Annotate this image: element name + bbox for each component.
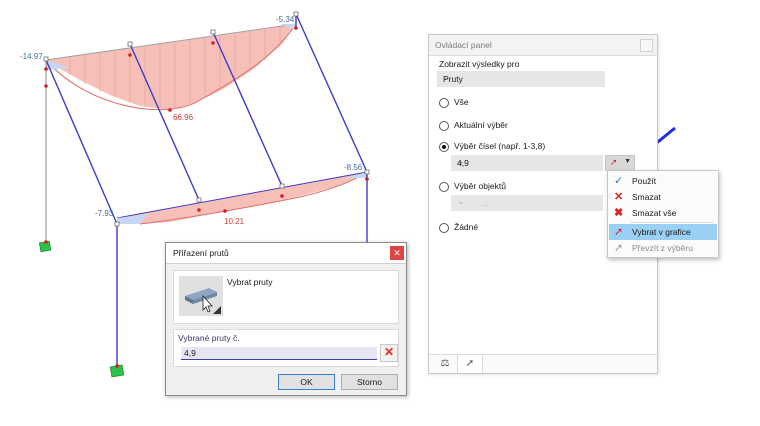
chevron-down-icon: ⌄ xyxy=(457,196,465,206)
radio-all-label: Vše xyxy=(454,97,469,107)
menu-item-apply-label: Použít xyxy=(632,176,657,186)
selected-members-input[interactable]: 4,9 xyxy=(181,347,377,360)
menu-item-apply[interactable]: ✓ Použít xyxy=(609,173,717,189)
menu-item-take-from-selection[interactable]: ➚ Převzít z výběru xyxy=(609,240,717,256)
dialog-close-button[interactable]: ✕ xyxy=(390,246,404,260)
cursor-pick-icon: ➚ xyxy=(614,226,624,238)
radio-number-selection[interactable] xyxy=(439,142,449,152)
panel-titlebar: Ovládací panel xyxy=(429,35,657,56)
menu-item-take-from-selection-label: Převzít z výběru xyxy=(632,243,693,253)
selected-members-value: 4,9 xyxy=(184,348,196,358)
diagram-upper xyxy=(45,23,297,111)
menu-item-delete[interactable]: ✕ Smazat xyxy=(609,189,717,205)
menu-separator xyxy=(630,222,714,223)
panel-close-button[interactable] xyxy=(640,39,653,52)
selection-menu: ✓ Použít ✕ Smazat ✖ Smazat vše ➚ Vybrat … xyxy=(607,170,719,258)
selected-members-label: Vybrané pruty č. xyxy=(178,333,240,343)
value-label-6: 10.21 xyxy=(224,217,245,226)
balance-scale-icon[interactable]: ⚖ xyxy=(433,355,458,373)
menu-item-delete-label: Smazat xyxy=(632,192,661,202)
radio-current-selection-label: Aktuální výběr xyxy=(454,120,508,130)
pick-members-box: Vybrat pruty xyxy=(173,270,399,324)
member-assignment-dialog: Přiřazení prutů ✕ Vybrat pruty Vybrané p… xyxy=(165,242,407,396)
cross-icon: ✕ xyxy=(614,191,624,203)
menu-item-select-in-graphics[interactable]: ➚ Vybrat v grafice xyxy=(609,224,717,240)
dialog-title: Přiřazení prutů xyxy=(173,248,229,258)
menu-item-delete-all[interactable]: ✖ Smazat vše xyxy=(609,205,717,221)
objects-select[interactable]: ... ⌄ xyxy=(451,195,603,211)
chevron-down-icon: ⌄ xyxy=(457,156,465,166)
clear-selection-button[interactable]: ✕ xyxy=(380,344,398,362)
chevron-down-icon: ⌄ xyxy=(443,72,451,82)
value-label-5: -7.93 xyxy=(95,209,114,218)
menu-item-delete-all-label: Smazat vše xyxy=(632,208,677,218)
pick-members-label: Vybrat pruty xyxy=(227,277,273,287)
check-icon: ✓ xyxy=(614,175,624,187)
show-results-label: Zobrazit výsledky pro xyxy=(439,59,520,69)
radio-object-selection[interactable] xyxy=(439,182,449,192)
ok-button[interactable]: OK xyxy=(278,374,335,390)
cancel-button[interactable]: Storno xyxy=(341,374,398,390)
cross-all-icon: ✖ xyxy=(614,207,624,219)
radio-current-selection[interactable] xyxy=(439,121,449,131)
value-label-2: 66.96 xyxy=(173,113,194,122)
cursor-pick-icon: ➚ xyxy=(610,157,618,167)
panel-bottom-tabs: ⚖ ➚ xyxy=(429,354,657,373)
value-label-3: -5.34 xyxy=(276,15,295,24)
beam-select-icon[interactable] xyxy=(179,276,223,316)
radio-object-selection-label: Výběr objektů xyxy=(454,181,506,191)
value-label-1: -14.97 xyxy=(20,52,43,61)
radio-none[interactable] xyxy=(439,223,449,233)
dropdown-arrow-icon: ▼ xyxy=(624,158,631,165)
dialog-titlebar: Přiřazení prutů ✕ xyxy=(166,243,406,264)
cursor-take-icon: ➚ xyxy=(614,242,624,254)
show-results-select[interactable]: Pruty ⌄ xyxy=(437,71,605,87)
menu-item-select-in-graphics-label: Vybrat v grafice xyxy=(632,227,691,237)
panel-title: Ovládací panel xyxy=(435,40,492,50)
radio-number-selection-label: Výběr čísel (např. 1-3,8) xyxy=(454,141,546,151)
numbers-select[interactable]: 4,9 ⌄ xyxy=(451,155,603,171)
selected-members-box: Vybrané pruty č. 4,9 ✕ xyxy=(173,329,399,367)
value-label-4: -8.56 xyxy=(344,163,363,172)
radio-none-label: Žádné xyxy=(454,222,479,232)
selection-tab-icon[interactable]: ➚ xyxy=(458,355,483,373)
select-options-button[interactable]: ➚ ▼ xyxy=(605,155,635,171)
radio-all[interactable] xyxy=(439,98,449,108)
